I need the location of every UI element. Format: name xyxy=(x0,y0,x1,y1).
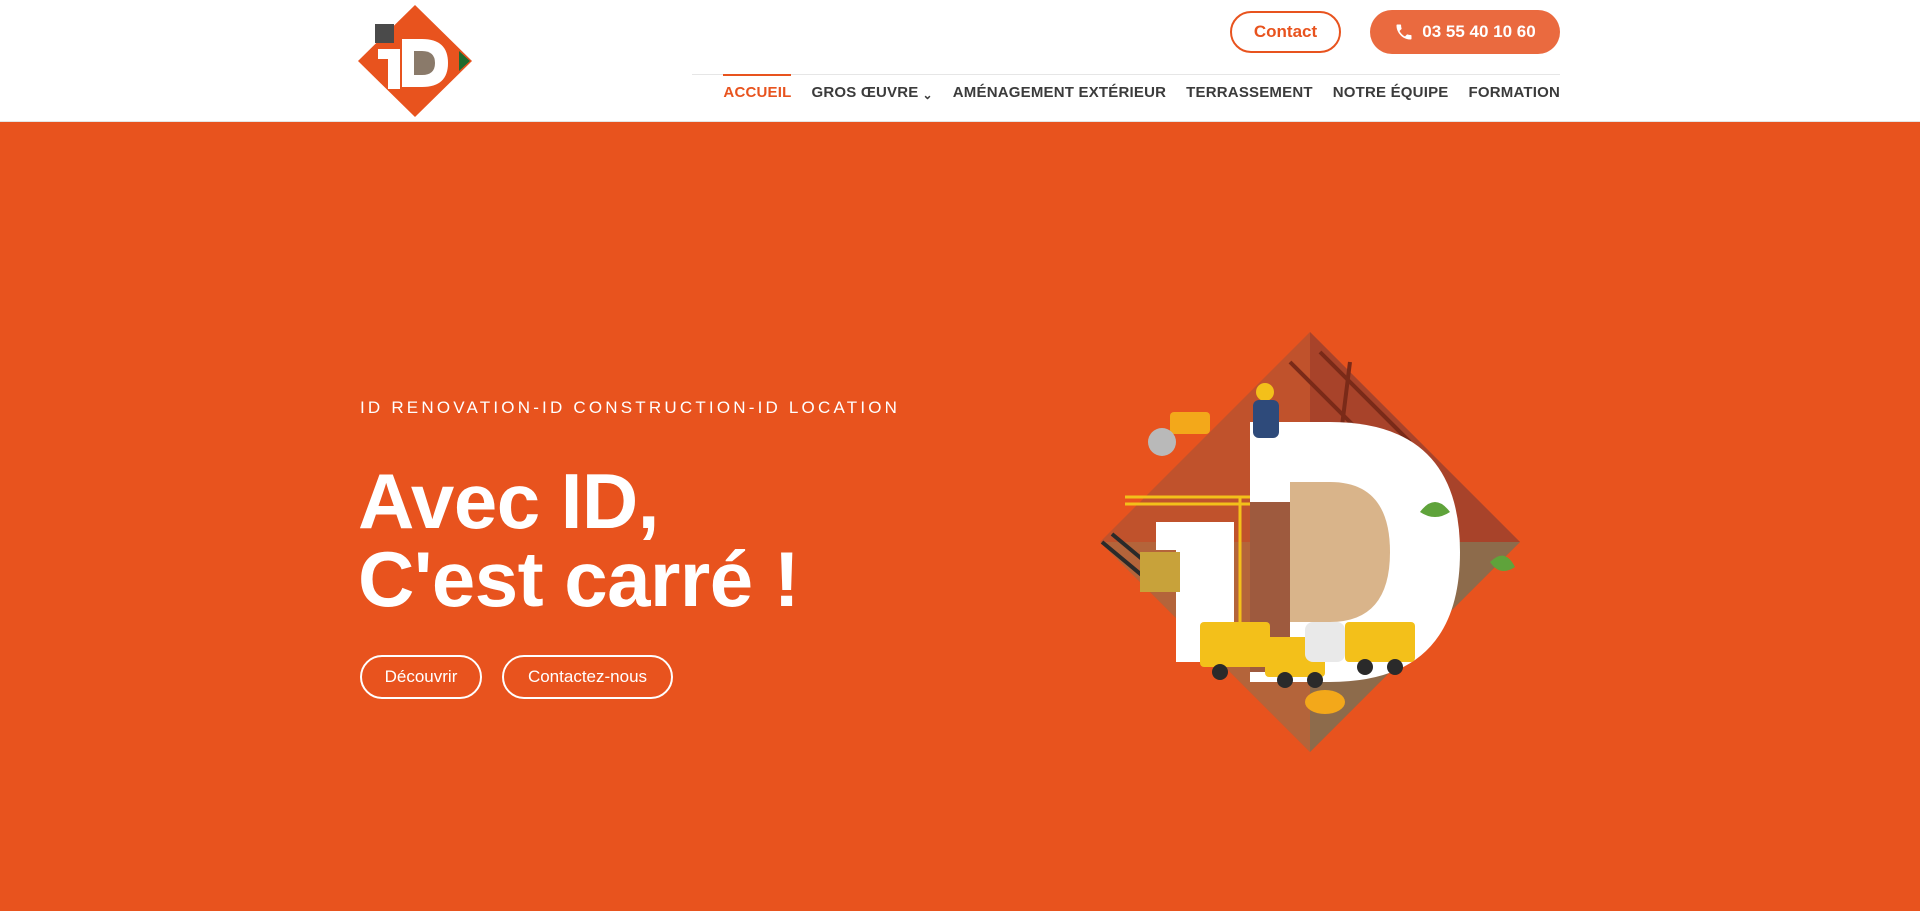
nav-item-label: TERRASSEMENT xyxy=(1186,83,1313,101)
nav-item-formation[interactable]: FORMATION xyxy=(1468,74,1560,110)
hero-section: ID RENOVATION-ID CONSTRUCTION-ID LOCATIO… xyxy=(0,122,1920,911)
contact-us-button[interactable]: Contactez-nous xyxy=(502,655,673,699)
main-nav: ACCUEIL GROS ŒUVRE ⌄ AMÉNAGEMENT EXTÉRIE… xyxy=(692,74,1560,110)
hero-kicker: ID RENOVATION-ID CONSTRUCTION-ID LOCATIO… xyxy=(360,398,901,417)
contact-us-button-label: Contactez-nous xyxy=(527,667,648,686)
construction-collage-image xyxy=(1100,332,1520,752)
nav-item-label: GROS ŒUVRE xyxy=(811,83,919,101)
chevron-down-icon: ⌄ xyxy=(922,88,933,102)
nav-item-notre-equipe[interactable]: NOTRE ÉQUIPE xyxy=(1333,74,1449,110)
hero-headline: Avec ID, C'est carré ! xyxy=(358,457,800,623)
nav-item-terrassement[interactable]: TERRASSEMENT xyxy=(1186,74,1313,110)
nav-item-label: ACCUEIL xyxy=(723,83,792,101)
hero-headline-line-2: C'est carré ! xyxy=(358,535,800,623)
nav-item-amenagement-exterieur[interactable]: AMÉNAGEMENT EXTÉRIEUR xyxy=(953,74,1166,110)
discover-button[interactable]: Découvrir xyxy=(360,655,482,699)
hero-headline-line-1: Avec ID, xyxy=(358,457,659,545)
discover-button-label: Découvrir xyxy=(384,667,458,686)
nav-item-label: NOTRE ÉQUIPE xyxy=(1332,83,1449,101)
nav-item-gros-oeuvre[interactable]: GROS ŒUVRE ⌄ xyxy=(811,74,932,110)
brand-logo[interactable] xyxy=(358,5,472,117)
contact-button[interactable]: Contact xyxy=(1230,11,1341,53)
phone-number: 03 55 40 10 60 xyxy=(1422,22,1536,41)
nav-item-label: AMÉNAGEMENT EXTÉRIEUR xyxy=(952,83,1167,101)
site-header: Contact 03 55 40 10 60 ACCUEIL GROS ŒUVR… xyxy=(0,0,1920,122)
nav-item-accueil[interactable]: ACCUEIL xyxy=(723,74,792,110)
nav-item-label: FORMATION xyxy=(1468,83,1560,101)
phone-button[interactable]: 03 55 40 10 60 xyxy=(1370,10,1560,54)
contact-button-label: Contact xyxy=(1253,22,1318,41)
phone-icon xyxy=(1396,24,1412,40)
